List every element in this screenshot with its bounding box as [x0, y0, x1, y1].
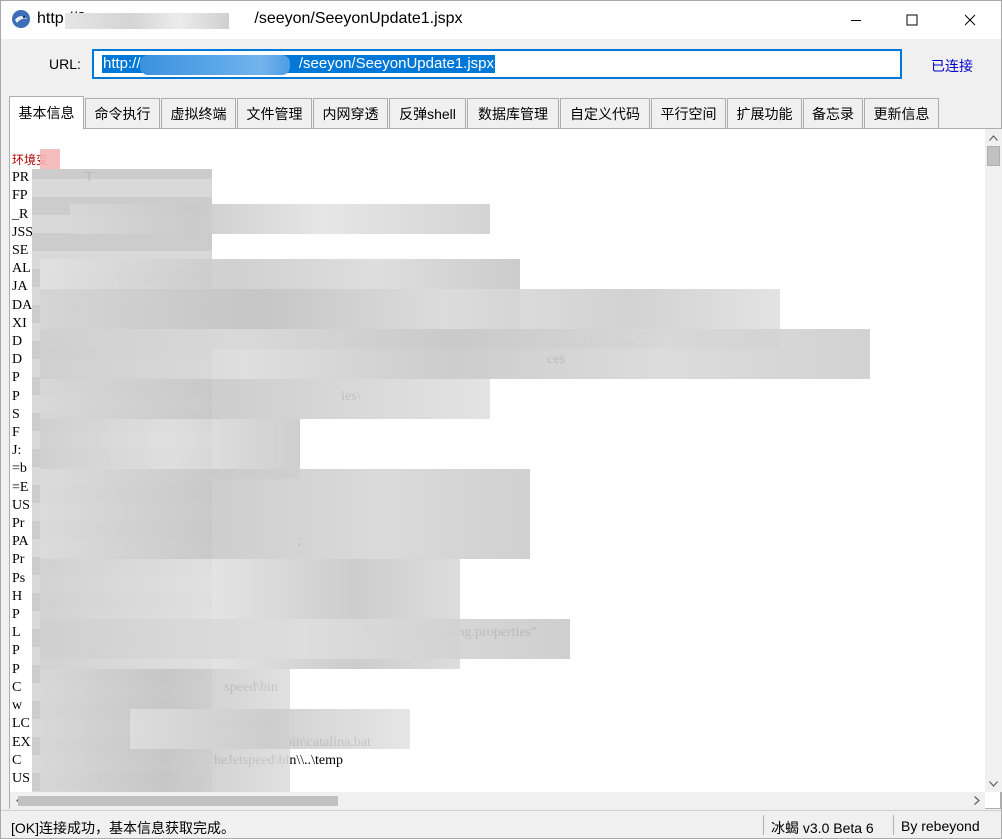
app-icon — [12, 10, 30, 28]
horizontal-scrollbar[interactable] — [10, 792, 985, 809]
status-separator — [763, 815, 764, 835]
tab-update-info[interactable]: 更新信息 — [864, 98, 939, 128]
tab-virtual-terminal[interactable]: 虚拟终端 — [161, 98, 236, 128]
status-separator — [893, 815, 894, 835]
env-heading: 环境变 — [12, 153, 49, 167]
status-author: By rebeyond — [901, 818, 980, 834]
redaction-block — [40, 149, 60, 169]
redaction-block — [130, 709, 410, 749]
scroll-down-icon — [989, 780, 998, 787]
app-window: http://2./seeyon/SeeyonUpdate1.jspx URL:… — [0, 0, 1002, 839]
redaction-block — [40, 379, 490, 419]
redaction-block — [40, 469, 530, 559]
url-input[interactable]: http://2/seeyon/SeeyonUpdate1.jspx — [92, 49, 902, 79]
title-bar[interactable]: http://2./seeyon/SeeyonUpdate1.jspx — [1, 1, 1001, 39]
connection-status[interactable]: 已连接 — [931, 56, 973, 76]
scroll-up-icon — [989, 134, 998, 141]
tab-bar: 基本信息 命令执行 虚拟终端 文件管理 内网穿透 反弹shell 数据库管理 自… — [9, 96, 993, 129]
scroll-right-button[interactable] — [968, 792, 985, 809]
content-panel: 环境变 PR TFP_RJSSSEALJADAXID n\\.. — [9, 128, 1002, 809]
tab-memo[interactable]: 备忘录 — [803, 98, 863, 128]
close-icon — [964, 14, 976, 26]
tab-file-manager[interactable]: 文件管理 — [237, 98, 312, 128]
status-version: 冰蝎 v3.0 Beta 6 — [771, 820, 874, 836]
vertical-scrollbar[interactable] — [985, 129, 1002, 792]
url-label: URL: — [49, 56, 81, 72]
scroll-up-button[interactable] — [985, 129, 1002, 146]
status-message: [OK]连接成功，基本信息获取完成。 — [11, 820, 236, 836]
title-redaction — [65, 13, 229, 29]
maximize-icon — [906, 14, 918, 26]
tab-extensions[interactable]: 扩展功能 — [727, 98, 802, 128]
scroll-right-icon — [973, 796, 980, 805]
tab-reverse-shell[interactable]: 反弹shell — [389, 98, 466, 128]
redaction-block — [70, 204, 490, 234]
redaction-block — [40, 619, 570, 659]
tab-parallel-space[interactable]: 平行空间 — [651, 98, 726, 128]
url-redaction — [140, 55, 290, 75]
horizontal-scroll-thumb[interactable] — [18, 796, 338, 806]
tab-basic-info[interactable]: 基本信息 — [9, 96, 84, 129]
close-button[interactable] — [947, 1, 993, 39]
redaction-block — [40, 329, 870, 379]
minimize-icon — [851, 20, 861, 21]
maximize-button[interactable] — [889, 1, 935, 39]
status-bar: [OK]连接成功，基本信息获取完成。 冰蝎 v3.0 Beta 6 By reb… — [1, 810, 1001, 838]
minimize-button[interactable] — [833, 1, 879, 39]
tab-tunnel[interactable]: 内网穿透 — [313, 98, 388, 128]
tab-custom-code[interactable]: 自定义代码 — [560, 98, 650, 128]
scroll-down-button[interactable] — [985, 775, 1002, 792]
vertical-scroll-thumb[interactable] — [987, 146, 1000, 166]
tab-database[interactable]: 数据库管理 — [467, 98, 559, 128]
tab-command-exec[interactable]: 命令执行 — [85, 98, 160, 128]
